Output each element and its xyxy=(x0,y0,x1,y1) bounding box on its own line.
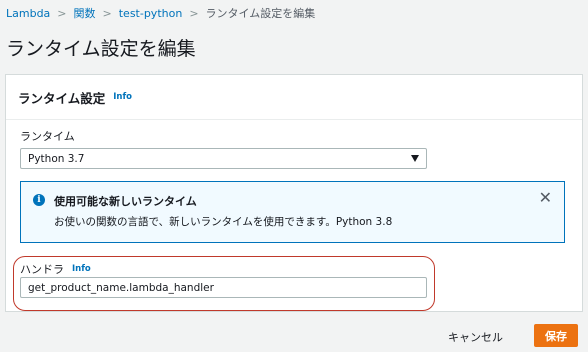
chevron-right-icon: > xyxy=(102,6,112,20)
breadcrumb: Lambda > 関数 > test-python > ランタイム設定を編集 xyxy=(6,5,315,21)
breadcrumb-current: ランタイム設定を編集 xyxy=(205,7,316,20)
info-icon: i xyxy=(33,194,45,206)
page-title: ランタイム設定を編集 xyxy=(6,38,196,60)
close-icon[interactable]: ✕ xyxy=(539,190,552,206)
handler-label: ハンドラ xyxy=(20,263,64,276)
caret-down-icon xyxy=(411,155,419,162)
panel-info-link[interactable]: Info xyxy=(113,92,132,102)
save-button[interactable]: 保存 xyxy=(534,324,578,347)
handler-input[interactable] xyxy=(20,277,427,298)
chevron-right-icon: > xyxy=(189,6,199,20)
handler-info-link[interactable]: Info xyxy=(72,264,91,274)
chevron-right-icon: > xyxy=(57,6,67,20)
runtime-select-value: Python 3.7 xyxy=(28,152,85,165)
alert-body: お使いの関数の言語で、新しいランタイムを使用できます。Python 3.8 xyxy=(54,216,393,228)
runtime-label: ランタイム xyxy=(20,130,75,143)
breadcrumb-lambda[interactable]: Lambda xyxy=(6,7,50,20)
handler-label-row: ハンドラ Info xyxy=(20,261,91,277)
panel-header: ランタイム設定 Info xyxy=(6,75,582,120)
runtime-select[interactable]: Python 3.7 xyxy=(20,148,427,169)
breadcrumb-function-name[interactable]: test-python xyxy=(119,7,183,20)
alert-title: 使用可能な新しいランタイム xyxy=(54,195,197,208)
new-runtime-alert: i 使用可能な新しいランタイム お使いの関数の言語で、新しいランタイムを使用でき… xyxy=(20,181,565,243)
cancel-button[interactable]: キャンセル xyxy=(448,329,503,345)
breadcrumb-functions[interactable]: 関数 xyxy=(74,5,96,21)
runtime-settings-panel: ランタイム設定 Info ランタイム Python 3.7 i 使用可能な新しい… xyxy=(5,74,583,312)
panel-title: ランタイム設定 xyxy=(18,90,106,106)
